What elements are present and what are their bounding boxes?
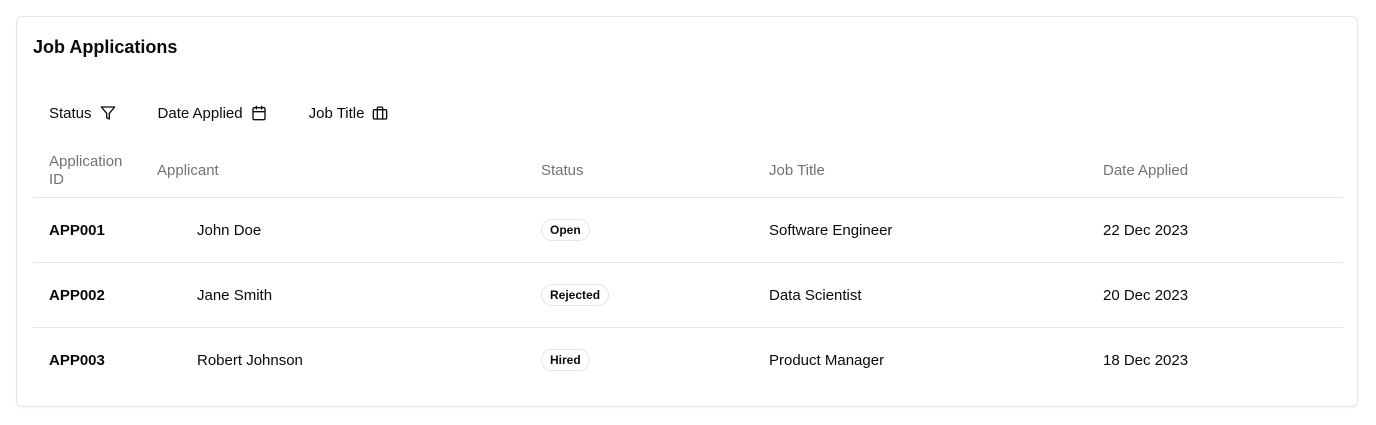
status-badge: Hired	[541, 349, 590, 371]
calendar-icon	[251, 105, 267, 121]
date-applied-cell: 22 Dec 2023	[1087, 197, 1343, 263]
column-header-applicant[interactable]: Applicant	[141, 145, 525, 198]
application-id-cell: APP001	[33, 197, 141, 263]
job-title-filter-label: Job Title	[308, 104, 365, 122]
filter-toolbar: Status Date Applied Job Title	[33, 97, 404, 129]
column-header-job-title[interactable]: Job Title	[753, 145, 1087, 198]
status-badge: Rejected	[541, 284, 610, 306]
job-applications-card: Job Applications Status Date Applied Job…	[16, 16, 1358, 407]
applicant-cell: Robert Johnson	[141, 328, 525, 393]
filter-icon	[100, 105, 116, 121]
applicant-name: Jane Smith	[197, 286, 273, 304]
table-row[interactable]: APP003 Robert Johnson Hired Product Mana…	[33, 328, 1343, 393]
date-applied-cell: 18 Dec 2023	[1103, 351, 1189, 369]
job-title-filter-button[interactable]: Job Title	[293, 97, 405, 129]
application-id-cell: APP003	[49, 351, 105, 369]
applicant-name: John Doe	[197, 221, 262, 239]
applicant-cell: John Doe	[141, 197, 525, 263]
column-header-status[interactable]: Status	[525, 145, 753, 198]
applicant-name: Robert Johnson	[197, 351, 303, 369]
status-cell: Rejected	[525, 262, 753, 328]
table-row[interactable]: APP002 Jane Smith Rejected Data Scientis…	[33, 262, 1343, 328]
column-header-date-applied[interactable]: Date Applied	[1087, 145, 1343, 198]
briefcase-icon	[372, 105, 388, 121]
table-header-row: Application ID Applicant Status Job Titl…	[33, 145, 1343, 198]
date-applied-filter-button[interactable]: Date Applied	[142, 97, 283, 129]
job-title-cell: Product Manager	[769, 351, 885, 369]
applicant-cell: Jane Smith	[141, 262, 525, 328]
job-title-cell: Data Scientist	[753, 262, 1087, 328]
applications-table: Application ID Applicant Status Job Titl…	[33, 145, 1343, 392]
status-cell: Hired	[525, 328, 753, 393]
card-title: Job Applications	[33, 37, 178, 57]
status-cell: Open	[525, 197, 753, 263]
date-applied-cell: 20 Dec 2023	[1087, 262, 1343, 328]
date-applied-filter-label: Date Applied	[157, 104, 243, 122]
column-header-application-id[interactable]: Application ID	[33, 145, 141, 198]
job-title-cell: Software Engineer	[753, 197, 1087, 263]
status-filter-button[interactable]: Status	[33, 97, 132, 129]
status-badge: Open	[541, 219, 590, 241]
status-filter-label: Status	[49, 104, 92, 122]
table-row[interactable]: APP001 John Doe Open Software Engineer 2…	[33, 197, 1343, 263]
application-id-cell: APP002	[33, 262, 141, 328]
